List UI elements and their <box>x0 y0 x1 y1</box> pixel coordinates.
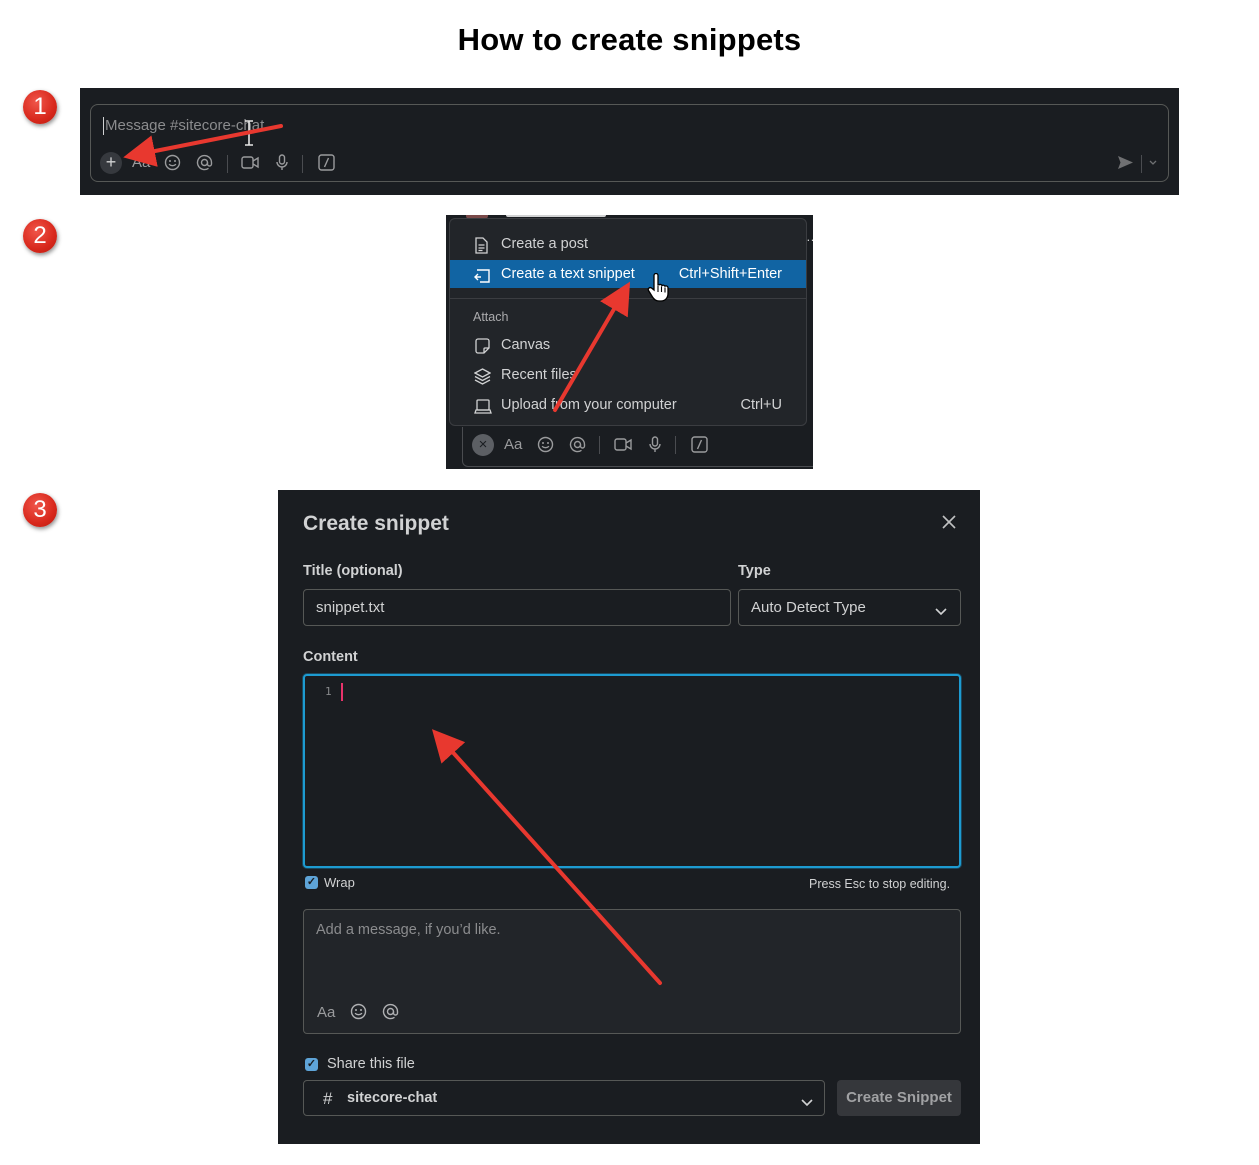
line-number: 1 <box>325 685 332 698</box>
step1-screenshot: Message #sitecore-chat + Aa <box>80 88 1179 195</box>
content-label: Content <box>303 649 358 665</box>
message-input[interactable]: Add a message, if you’d like. Aa <box>303 909 961 1034</box>
format-text-button[interactable]: Aa <box>504 436 522 453</box>
video-icon[interactable] <box>614 437 632 452</box>
mention-icon[interactable] <box>196 154 213 171</box>
title-input-value: snippet.txt <box>316 599 385 616</box>
microphone-icon[interactable] <box>648 436 662 453</box>
menu-item-label: Recent files <box>501 367 577 383</box>
step-badge-2: 2 <box>23 219 57 253</box>
message-input[interactable]: Message #sitecore-chat <box>103 117 264 135</box>
step2-screenshot: … Create a post Create a text snippet Ct… <box>446 215 813 469</box>
channel-select[interactable]: # sitecore-chat <box>303 1080 825 1116</box>
step3-screenshot: Create snippet Title (optional) snippet.… <box>278 490 980 1144</box>
background-text-fragment: … <box>806 229 813 244</box>
type-select[interactable]: Auto Detect Type <box>738 589 961 626</box>
laptop-icon <box>474 397 492 425</box>
hand-pointer-icon <box>646 272 672 308</box>
page-title: How to create snippets <box>457 22 802 57</box>
menu-item-shortcut: Ctrl+Shift+Enter <box>678 266 782 282</box>
step-badge-3: 3 <box>23 493 57 527</box>
modal-title: Create snippet <box>303 512 449 535</box>
wrap-checkbox[interactable]: ✓ <box>305 876 318 889</box>
create-snippet-modal: Create snippet Title (optional) snippet.… <box>281 490 978 1144</box>
type-label: Type <box>738 563 771 579</box>
sender-name <box>506 215 606 217</box>
chevron-down-icon <box>801 1094 813 1111</box>
menu-item-label: Upload from your computer <box>501 397 677 413</box>
format-text-button[interactable]: Aa <box>132 154 150 171</box>
menu-item-label: Create a post <box>501 236 589 252</box>
emoji-icon[interactable] <box>350 1003 367 1020</box>
format-text-button[interactable]: Aa <box>317 1004 335 1021</box>
mention-icon[interactable] <box>569 436 586 453</box>
wrap-label: Wrap <box>324 875 355 890</box>
menu-item-label: Canvas <box>501 337 551 353</box>
snippet-icon <box>474 266 491 294</box>
menu-item-recent-files[interactable]: Recent files <box>450 361 806 389</box>
share-label: Share this file <box>327 1056 415 1072</box>
message-composer[interactable]: Message #sitecore-chat + Aa <box>90 104 1169 182</box>
channel-hash-icon: # <box>323 1089 333 1108</box>
message-composer[interactable]: × Aa <box>462 427 813 467</box>
title-label: Title (optional) <box>303 563 403 579</box>
close-menu-button[interactable]: × <box>472 434 494 456</box>
title-input[interactable]: snippet.txt <box>303 589 731 626</box>
type-select-value: Auto Detect Type <box>751 599 866 616</box>
send-options-chevron-icon[interactable] <box>1148 155 1158 169</box>
menu-item-create-post[interactable]: Create a post <box>450 230 806 258</box>
menu-item-canvas[interactable]: Canvas <box>450 331 806 359</box>
esc-hint: Press Esc to stop editing. <box>809 877 951 891</box>
menu-item-create-text-snippet[interactable]: Create a text snippet Ctrl+Shift+Enter <box>450 260 806 288</box>
channel-name: sitecore-chat <box>347 1090 438 1106</box>
create-snippet-button[interactable]: Create Snippet <box>837 1080 961 1116</box>
share-checkbox[interactable]: ✓ <box>305 1058 318 1071</box>
close-icon[interactable] <box>941 514 957 535</box>
attach-section-header: Attach <box>473 310 509 324</box>
menu-item-upload-from-computer[interactable]: Upload from your computer Ctrl+U <box>450 391 806 419</box>
emoji-icon[interactable] <box>164 154 181 171</box>
step-badge-1: 1 <box>23 90 57 124</box>
mention-icon[interactable] <box>382 1003 399 1020</box>
chevron-down-icon <box>935 603 947 620</box>
slash-command-icon[interactable] <box>318 154 335 171</box>
menu-item-label: Create a text snippet <box>501 266 635 282</box>
menu-item-shortcut: Ctrl+U <box>740 397 783 413</box>
plus-button[interactable]: + <box>100 152 122 174</box>
text-cursor-icon <box>243 120 255 151</box>
video-icon[interactable] <box>241 155 259 170</box>
emoji-icon[interactable] <box>537 436 554 453</box>
microphone-icon[interactable] <box>275 154 289 171</box>
text-caret <box>341 683 343 701</box>
content-editor[interactable]: 1 <box>303 674 961 868</box>
plus-menu: Create a post Create a text snippet Ctrl… <box>449 218 807 426</box>
message-placeholder: Add a message, if you’d like. <box>316 922 501 938</box>
slash-command-icon[interactable] <box>691 436 708 453</box>
send-icon[interactable] <box>1117 155 1134 170</box>
